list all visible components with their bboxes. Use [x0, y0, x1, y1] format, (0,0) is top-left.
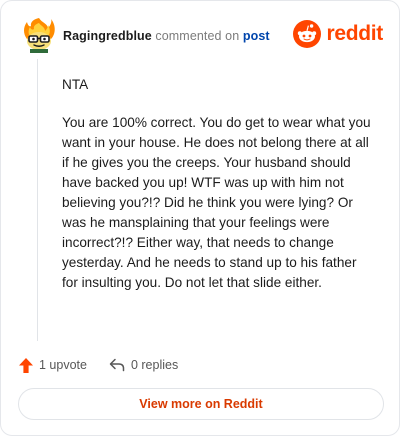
upvote-arrow-icon [19, 357, 33, 373]
reddit-snoo-icon [293, 20, 322, 48]
upvote-button[interactable]: 1 upvote [19, 357, 87, 373]
reply-arrow-icon [109, 358, 125, 372]
view-more-button[interactable]: View more on Reddit [18, 388, 384, 420]
embedded-comment-card: Ragingredblue commented on post reddit N… [0, 0, 400, 436]
replies-count: 0 replies [130, 358, 179, 372]
comment-actions: 1 upvote 0 replies [19, 355, 200, 375]
comment-paragraph: You are 100% correct. You do get to wear… [62, 115, 371, 290]
user-avatar[interactable] [21, 17, 57, 53]
comment-body: NTA You are 100% correct. You do get to … [62, 75, 376, 311]
upvote-count: 1 upvote [39, 358, 87, 372]
flame-avatar-icon [24, 18, 55, 53]
replies-button[interactable]: 0 replies [109, 358, 178, 372]
brand-wordmark: reddit [326, 22, 383, 45]
thread-line [37, 59, 38, 341]
comment-header: Ragingredblue commented on post reddit [17, 15, 383, 55]
comment-paragraph: NTA [62, 77, 89, 92]
comment-attribution: Ragingredblue commented on post [63, 29, 270, 43]
username-link[interactable]: Ragingredblue [63, 29, 152, 43]
action-text: commented on [155, 29, 240, 43]
post-link[interactable]: post [243, 29, 270, 43]
reddit-logo[interactable]: reddit [293, 18, 383, 50]
